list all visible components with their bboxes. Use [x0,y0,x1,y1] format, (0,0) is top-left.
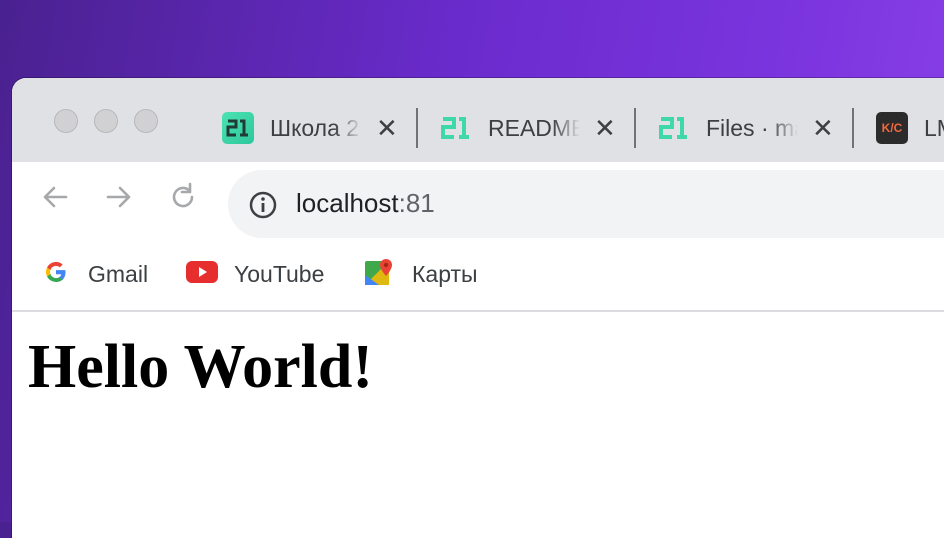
arrow-right-icon[interactable] [102,180,136,214]
school21-icon [222,112,254,144]
tab-strip: Школа 21 ✕ README.md ✕ Files · main ✕ [12,78,944,162]
tab-divider [852,108,854,148]
navigation-toolbar: localhost:81 [12,162,944,238]
google-icon [42,258,70,291]
bookmarks-bar: Gmail YouTube Карты [12,240,944,312]
tab-title: LMS [924,114,944,141]
youtube-icon [186,260,218,289]
tab-files[interactable]: Files · main ✕ [658,106,842,150]
bookmark-label: Gmail [88,260,149,287]
tab-lms[interactable]: K/C LMS [876,106,944,150]
tab-divider [634,108,636,148]
google-maps-icon [364,257,394,292]
school21-icon [440,112,472,144]
tab-close-icon[interactable]: ✕ [376,115,398,141]
tab-title: README.md [488,114,580,141]
tab-divider [416,108,418,148]
arrow-left-icon[interactable] [38,180,72,214]
tab-close-icon[interactable]: ✕ [594,115,616,141]
tab-school21[interactable]: Школа 21 ✕ [222,106,406,150]
page-content: Hello World! [12,312,944,538]
tab-title: Files · main [706,114,798,141]
bookmark-youtube[interactable]: YouTube [186,258,324,290]
bookmark-label: YouTube [234,260,325,287]
browser-window: Школа 21 ✕ README.md ✕ Files · main ✕ [12,78,944,538]
window-minimize-button[interactable] [94,109,118,133]
url-text[interactable]: localhost:81 [296,188,435,219]
info-icon[interactable] [248,190,278,225]
reload-icon[interactable] [166,180,200,214]
bookmark-gmail[interactable]: Gmail [42,258,148,290]
bookmark-label: Карты [412,260,478,287]
address-bar[interactable]: localhost:81 [228,170,944,238]
school21-icon [658,112,690,144]
tab-readme[interactable]: README.md ✕ [440,106,624,150]
page-heading: Hello World! [28,333,374,401]
tab-title: Школа 21 [270,114,362,141]
window-zoom-button[interactable] [134,109,158,133]
window-close-button[interactable] [54,109,78,133]
bookmark-maps[interactable]: Карты [364,258,478,290]
url-host: localhost [296,188,399,218]
url-port: :81 [398,188,435,218]
kc-icon: K/C [876,112,908,144]
tab-close-icon[interactable]: ✕ [812,115,834,141]
